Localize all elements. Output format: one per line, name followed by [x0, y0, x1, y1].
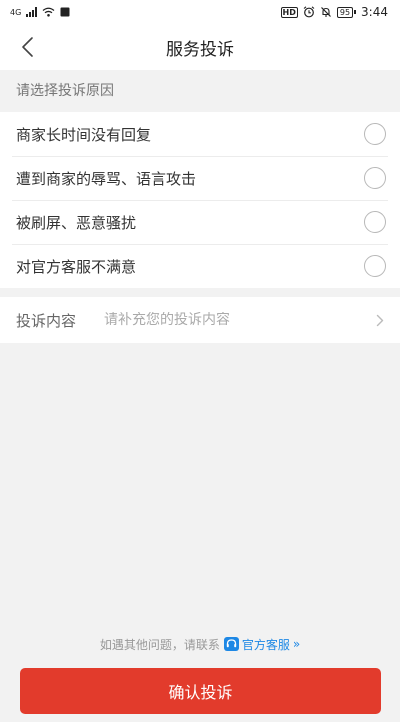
reason-section-header: 请选择投诉原因	[0, 70, 400, 110]
status-time: 3:44	[361, 5, 388, 19]
reason-option-spam[interactable]: 被刷屏、恶意骚扰	[0, 200, 400, 244]
reason-label: 遭到商家的辱骂、语言攻击	[16, 169, 197, 188]
radio-button[interactable]	[364, 255, 386, 277]
image-notification-icon	[60, 7, 70, 17]
reason-option-official-service[interactable]: 对官方客服不满意	[0, 244, 400, 288]
complaint-content-input[interactable]	[104, 312, 374, 328]
network-label: 4G	[10, 7, 22, 17]
chevron-right-icon	[374, 313, 386, 327]
mute-icon	[320, 7, 331, 17]
battery-icon: 95	[336, 6, 357, 18]
reason-option-no-reply[interactable]: 商家长时间没有回复	[0, 112, 400, 156]
reason-list: 商家长时间没有回复 遭到商家的辱骂、语言攻击 被刷屏、恶意骚扰 对官方客服不满意	[0, 112, 400, 288]
back-button[interactable]	[10, 30, 44, 64]
complaint-content-label: 投诉内容	[16, 311, 77, 330]
contact-text: 如遇其他问题，请联系	[99, 637, 220, 652]
reason-option-abuse[interactable]: 遭到商家的辱骂、语言攻击	[0, 156, 400, 200]
official-service-link[interactable]: 官方客服 »	[223, 636, 301, 653]
contact-line: 如遇其他问题，请联系 官方客服 »	[0, 634, 400, 654]
complaint-content-row[interactable]: 投诉内容	[0, 297, 400, 343]
status-left: 4G	[10, 7, 70, 17]
official-service-label: 官方客服	[241, 637, 290, 652]
hd-icon: HD	[280, 6, 298, 18]
status-right: HD 95 3:44	[280, 5, 388, 19]
page-title: 服务投诉	[166, 39, 234, 60]
reason-label: 对官方客服不满意	[16, 257, 137, 276]
confirm-complaint-button[interactable]: 确认投诉	[20, 668, 381, 714]
wifi-icon	[42, 7, 55, 17]
signal-icon	[26, 7, 38, 17]
reason-label: 被刷屏、恶意骚扰	[16, 213, 137, 232]
reason-label: 商家长时间没有回复	[16, 125, 152, 144]
status-bar: 4G HD 95 3:44	[0, 0, 400, 24]
nav-bar: 服务投诉	[0, 24, 400, 70]
complaint-screen: 4G HD 95 3:44 服务投诉 请选择投诉原因 商家长时间没有回复 遭到商…	[0, 0, 400, 722]
chevron-left-icon	[22, 37, 33, 57]
battery-level: 95	[336, 6, 354, 18]
radio-button[interactable]	[364, 123, 386, 145]
radio-button[interactable]	[364, 211, 386, 233]
radio-button[interactable]	[364, 167, 386, 189]
alarm-icon	[303, 6, 315, 18]
double-chevron-right-icon: »	[292, 637, 301, 651]
customer-service-icon	[223, 637, 239, 651]
